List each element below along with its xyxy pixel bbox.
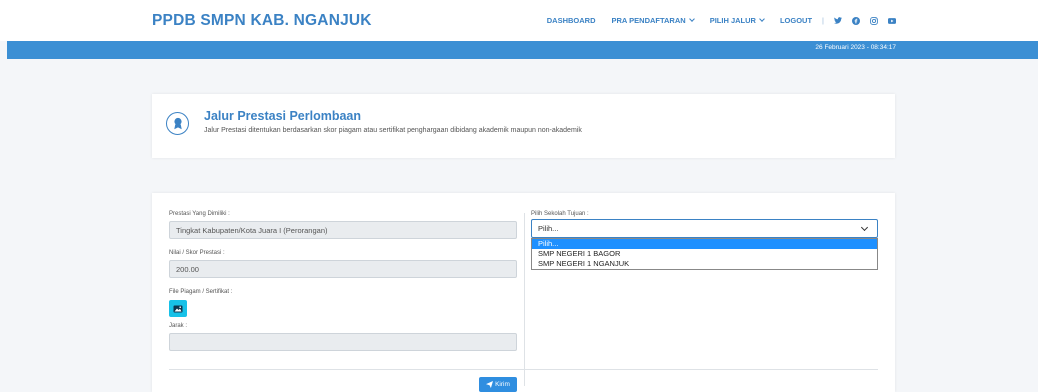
view-file-button[interactable] — [169, 300, 187, 317]
sekolah-tujuan-label: Pilih Sekolah Tujuan : — [531, 211, 589, 217]
nilai-field: 200.00 — [169, 260, 517, 278]
page-description: Jalur Prestasi ditentukan berdasarkan sk… — [204, 127, 582, 134]
datetime-display: 26 Februari 2023 - 08:34:17 — [815, 44, 896, 51]
sekolah-dropdown-list: Pilih... SMP NEGERI 1 BAGOR SMP NEGERI 1… — [531, 238, 878, 270]
brand-title[interactable]: PPDB SMPN KAB. NGANJUK — [152, 12, 372, 30]
file-piagam-label: File Piagam / Sertifikat : — [169, 289, 233, 295]
page-title: Jalur Prestasi Perlombaan — [204, 109, 362, 123]
status-bar: 26 Februari 2023 - 08:34:17 — [7, 41, 1038, 59]
twitter-icon[interactable] — [834, 17, 842, 25]
sekolah-option[interactable]: SMP NEGERI 1 BAGOR — [532, 249, 877, 259]
nav-dashboard[interactable]: DASHBOARD — [547, 16, 596, 25]
nav-dashboard-label: DASHBOARD — [546, 16, 596, 25]
prestasi-field: Tingkat Kabupaten/Kota Juara I (Perorang… — [169, 221, 517, 239]
top-navbar: PPDB SMPN KAB. NGANJUK DASHBOARD PRA PEN… — [0, 0, 1038, 41]
main-menu: DASHBOARD PRA PENDAFTARAN PILIH JALUR LO… — [531, 16, 896, 25]
facebook-icon[interactable] — [852, 16, 860, 25]
medal-icon — [166, 112, 189, 135]
chevron-down-icon — [860, 223, 869, 232]
nav-pilih-jalur[interactable]: PILIH JALUR — [709, 16, 765, 25]
sekolah-tujuan-select[interactable]: Pilih... — [531, 219, 878, 238]
form-divider — [169, 369, 878, 370]
jarak-label: Jarak : — [169, 323, 188, 329]
prestasi-label: Prestasi Yang Dimiliki : — [169, 211, 230, 217]
chevron-down-icon — [759, 16, 765, 22]
nav-pilih-jalur-label: PILIH JALUR — [709, 16, 756, 25]
image-icon — [173, 305, 183, 312]
sekolah-option[interactable]: SMP NEGERI 1 NGANJUK — [532, 259, 877, 269]
nav-pra-pendaftaran-label: PRA PENDAFTARAN — [611, 16, 686, 25]
nav-pra-pendaftaran[interactable]: PRA PENDAFTARAN — [611, 16, 695, 25]
registration-form-card: Prestasi Yang Dimiliki : Tingkat Kabupat… — [152, 193, 895, 392]
sekolah-option[interactable]: Pilih... — [532, 239, 877, 249]
nav-logout-label: LOGOUT — [779, 16, 813, 25]
jarak-field — [169, 333, 517, 351]
youtube-icon[interactable] — [888, 17, 896, 25]
instagram-icon[interactable] — [870, 16, 878, 25]
column-divider — [524, 213, 525, 386]
jalur-info-card: Jalur Prestasi Perlombaan Jalur Prestasi… — [152, 94, 895, 158]
nilai-label: Nilai / Skor Prestasi : — [169, 250, 225, 256]
nav-separator: | — [822, 16, 824, 25]
nav-logout[interactable]: LOGOUT — [780, 16, 812, 25]
paper-plane-icon — [486, 381, 494, 388]
kirim-button[interactable]: Kirim — [479, 377, 517, 392]
kirim-label: Kirim — [495, 381, 510, 388]
chevron-down-icon — [688, 16, 695, 22]
sekolah-selected-value: Pilih... — [538, 224, 559, 233]
